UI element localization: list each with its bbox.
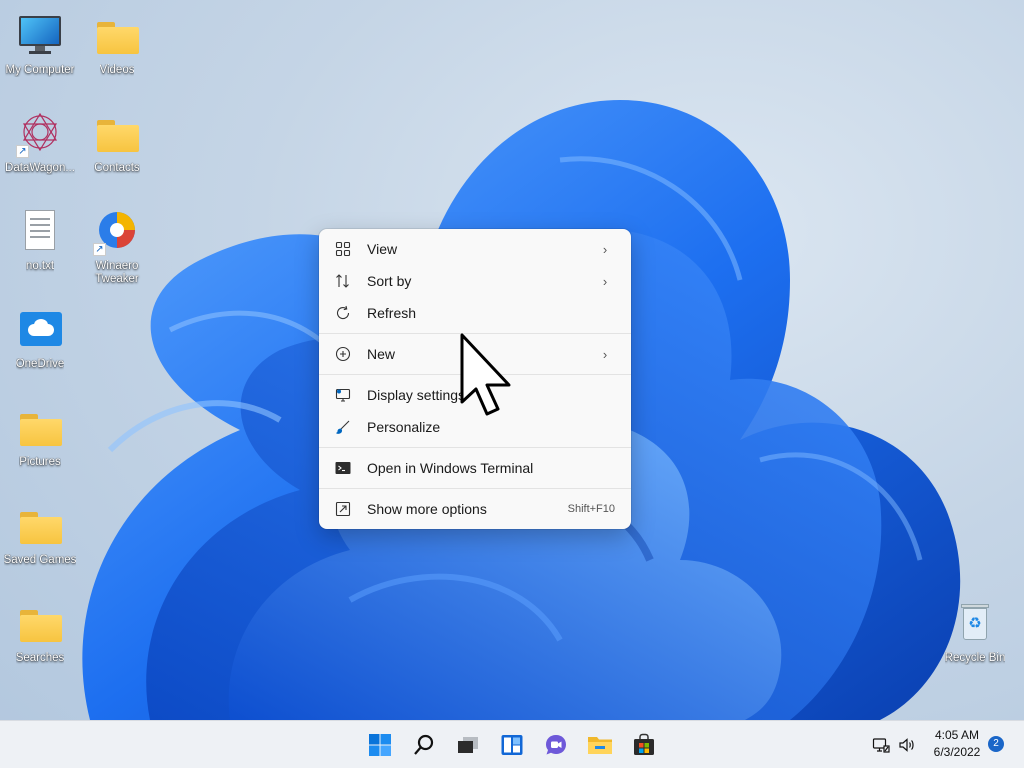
menu-item-open-in-windows-terminal[interactable]: Open in Windows Terminal [323, 452, 627, 484]
taskbar: 4:05 AM 6/3/2022 2 [0, 720, 1024, 768]
grid-icon [333, 239, 353, 259]
desktop-icon-label: no.txt [25, 260, 55, 272]
menu-item-refresh[interactable]: Refresh [323, 297, 627, 329]
file-explorer-icon [588, 737, 612, 754]
desktop-icon-label: Contacts [94, 162, 140, 174]
network-button[interactable] [868, 729, 894, 761]
menu-item-sort-by[interactable]: Sort by › [323, 265, 627, 297]
desktop-icon-recycle-bin[interactable]: ♻ Recycle Bin [935, 594, 1015, 678]
store-icon [634, 733, 654, 755]
menu-item-label: Sort by [367, 273, 412, 289]
desktop-icon-searches[interactable]: Searches [0, 594, 80, 678]
datawagon-icon: ↗ [16, 110, 64, 158]
search-button[interactable] [408, 729, 440, 761]
task-view-button[interactable] [452, 729, 484, 761]
desktop-icon-label: OneDrive [15, 358, 65, 370]
desktop-icon-no-txt[interactable]: no.txt [0, 202, 80, 286]
menu-separator [319, 447, 631, 448]
monitor-icon [16, 12, 64, 60]
store-button[interactable] [628, 729, 660, 761]
expand-icon [333, 499, 353, 519]
chat-icon [546, 735, 566, 755]
chevron-right-icon: › [602, 346, 608, 362]
desktop-icon-my-computer[interactable]: My Computer [0, 6, 80, 90]
notification-badge[interactable]: 2 [988, 736, 1004, 752]
shortcut-arrow-icon: ↗ [93, 243, 106, 256]
volume-button[interactable] [894, 729, 920, 761]
plus-circle-icon [333, 344, 353, 364]
start-button[interactable] [364, 729, 396, 761]
desktop-icon-videos[interactable]: Videos [77, 6, 157, 90]
widgets-button[interactable] [496, 729, 528, 761]
desktop-icon-contacts[interactable]: Contacts [77, 104, 157, 188]
terminal-icon [333, 458, 353, 478]
system-clock[interactable]: 4:05 AM 6/3/2022 [922, 727, 992, 761]
desktop-icon-winaero-tweaker[interactable]: ↗ Winaero Tweaker [77, 202, 157, 286]
menu-item-label: View [367, 241, 398, 257]
desktop-icon-label: Pictures [19, 456, 61, 468]
shortcut-arrow-icon: ↗ [16, 145, 29, 158]
folder-icon [93, 12, 141, 60]
chevron-right-icon: › [602, 273, 608, 289]
volume-icon [899, 738, 914, 752]
desktop-icon-label: Searches [15, 652, 65, 664]
menu-item-label: Personalize [367, 419, 441, 435]
menu-item-label: Show more options [367, 501, 487, 517]
task-view-icon [458, 737, 478, 753]
display-settings-icon [333, 385, 353, 405]
chat-button[interactable] [540, 729, 572, 761]
menu-item-show-more-options[interactable]: Show more options Shift+F10 [323, 493, 627, 525]
chevron-right-icon: › [602, 241, 608, 257]
network-icon [872, 738, 890, 753]
menu-separator [319, 488, 631, 489]
search-icon [414, 734, 434, 755]
menu-item-label: Refresh [367, 305, 417, 321]
desktop-icon-label: DataWagon... [5, 162, 75, 174]
clock-date: 6/3/2022 [933, 745, 981, 759]
desktop-icon-label: Winaero Tweaker [95, 260, 139, 285]
desktop-icon-label: My Computer [5, 64, 75, 76]
refresh-icon [333, 303, 353, 323]
menu-item-shortcut: Shift+F10 [567, 503, 615, 515]
sort-arrows-icon [333, 271, 353, 291]
text-file-icon [16, 208, 64, 256]
folder-icon [16, 502, 64, 550]
recycle-bin-icon: ♻ [951, 600, 999, 648]
desktop-icon-label: Recycle Bin [944, 652, 1006, 664]
desktop-icon-pictures[interactable]: Pictures [0, 398, 80, 482]
widgets-icon [501, 735, 523, 755]
menu-item-label: Open in Windows Terminal [367, 460, 534, 476]
desktop-icon-saved-games[interactable]: Saved Games [0, 496, 80, 580]
mouse-cursor-icon [460, 333, 511, 416]
clock-time: 4:05 AM [934, 728, 980, 742]
brush-icon [333, 417, 353, 437]
desktop-icon-label: Videos [99, 64, 135, 76]
file-explorer-button[interactable] [584, 729, 616, 761]
start-icon [369, 734, 391, 756]
desktop-icon-datawagon[interactable]: ↗ DataWagon... [0, 104, 80, 188]
folder-icon [93, 110, 141, 158]
desktop-icon-onedrive[interactable]: OneDrive [0, 300, 80, 384]
desktop-icon-label: Saved Games [3, 554, 77, 566]
winaero-tweaker-icon: ↗ [93, 208, 141, 256]
menu-item-view[interactable]: View › [323, 233, 627, 265]
onedrive-folder-icon [16, 306, 64, 354]
folder-icon [16, 600, 64, 648]
folder-icon [16, 404, 64, 452]
